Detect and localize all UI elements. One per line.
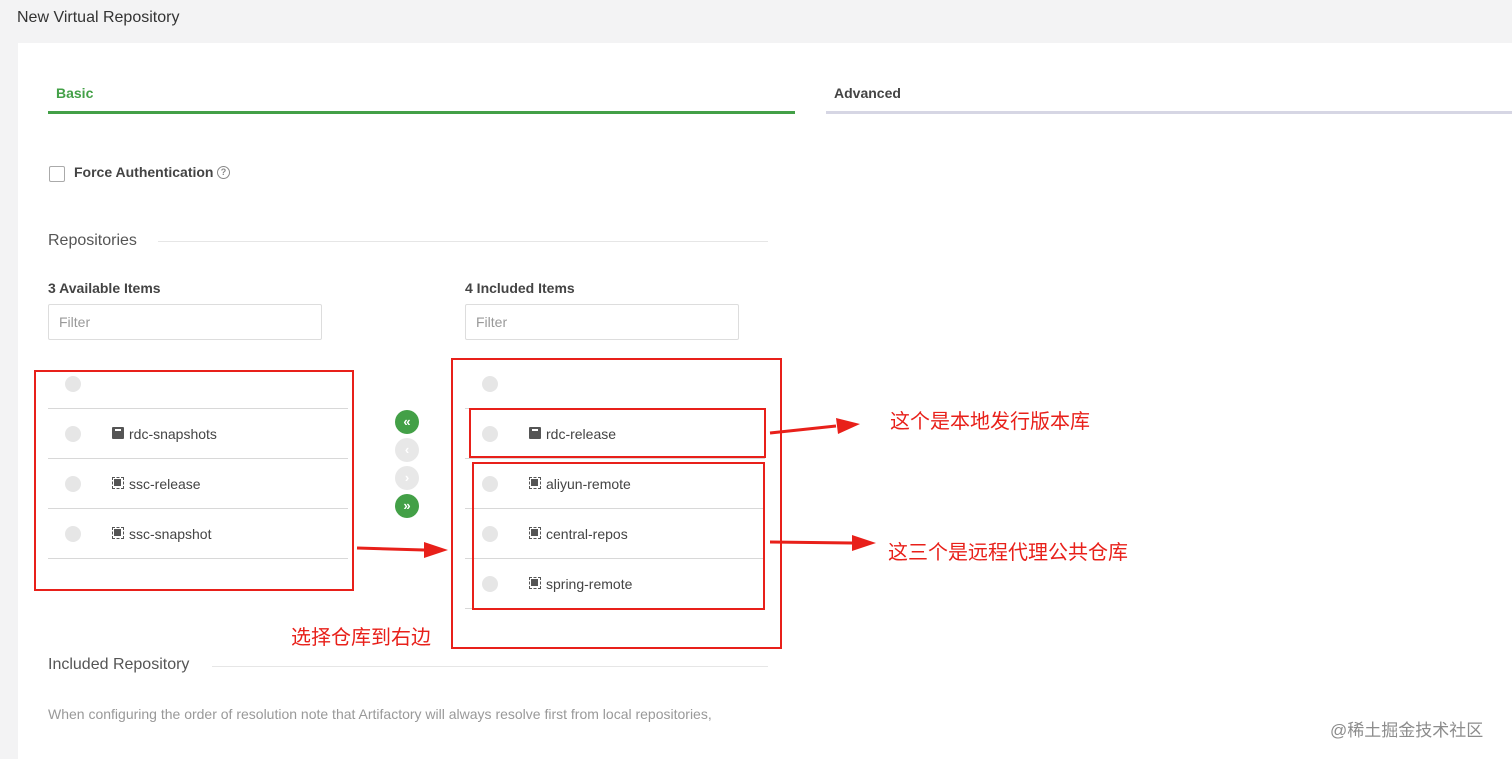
tab-basic-underline (48, 111, 795, 114)
help-icon[interactable]: ? (217, 166, 230, 179)
included-items-heading: 4 Included Items (465, 280, 575, 296)
section-divider (158, 241, 768, 242)
watermark: @稀土掘金技术社区 (1330, 721, 1484, 740)
section-divider (212, 666, 768, 667)
available-annotation-box (34, 370, 354, 591)
local-release-annotation: 这个是本地发行版本库 (890, 411, 1090, 433)
tab-basic[interactable]: Basic (56, 85, 93, 101)
included-filter-input[interactable] (465, 304, 739, 340)
resolution-order-note: When configuring the order of resolution… (48, 706, 712, 722)
move-hint-annotation: 选择仓库到右边 (291, 627, 431, 649)
remote-proxies-annotation: 这三个是远程代理公共仓库 (888, 542, 1128, 564)
available-items-heading: 3 Available Items (48, 280, 161, 296)
move-left-button[interactable]: ‹ (395, 438, 419, 462)
available-filter-input[interactable] (48, 304, 322, 340)
page-title: New Virtual Repository (17, 9, 180, 26)
tab-advanced-underline (826, 111, 1512, 114)
included-repository-section-title: Included Repository (48, 656, 190, 673)
move-all-right-button[interactable]: » (395, 494, 419, 518)
local-release-annotation-box (469, 408, 766, 458)
force-authentication-checkbox[interactable] (49, 166, 65, 182)
tab-advanced[interactable]: Advanced (834, 85, 901, 101)
remote-proxies-annotation-box (472, 462, 765, 610)
force-authentication-label: Force Authentication (74, 164, 214, 180)
move-all-left-button[interactable]: « (395, 410, 419, 434)
move-right-button[interactable]: › (395, 466, 419, 490)
repositories-section-title: Repositories (48, 232, 137, 249)
